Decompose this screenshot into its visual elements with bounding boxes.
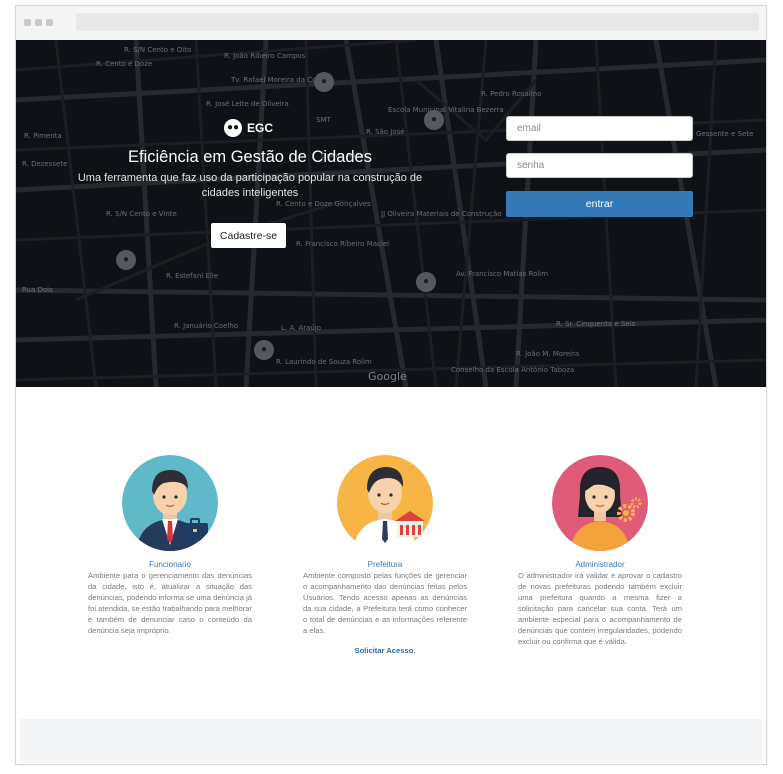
window-dot-icon — [24, 19, 31, 26]
map-label: R. Estefani Elie — [166, 272, 219, 280]
browser-frame: R. S/N Cento e Oito R. João Ribeiro Camp… — [15, 5, 767, 765]
map-label: L. A. Araújo — [281, 324, 322, 332]
map-label: Gessente e Sete — [696, 130, 754, 138]
map-pin-icon: ● — [254, 340, 274, 360]
role-description: Ambiente composto pelas funções de geren… — [303, 571, 467, 635]
map-label: R. Cento e Doze Gonçalves — [276, 200, 371, 208]
password-input[interactable] — [506, 153, 693, 178]
map-label: R. Pimenta — [24, 132, 62, 140]
hero-title: Eficiência em Gestão de Cidades — [128, 148, 372, 166]
admin-avatar — [552, 455, 648, 551]
brand-name: EGC — [247, 121, 274, 135]
role-description: O administrador irá validar e aprovar o … — [518, 571, 682, 646]
login-button[interactable]: entrar — [506, 191, 693, 217]
map-label: Rua Dois — [22, 286, 53, 294]
role-description: Ambiente para o gerenciamento das denúnc… — [88, 571, 252, 635]
map-google-watermark: Google — [368, 370, 407, 383]
map-pin-icon: ● — [424, 110, 444, 130]
map-label: R. Cento e Doze — [96, 60, 153, 68]
map-label: R. Dezessete — [22, 160, 68, 168]
map-label: R. S/N Cento e Oito — [124, 46, 192, 54]
map-label: R. São José — [366, 128, 405, 136]
map-label: R. S/N Cento e Vinte — [106, 210, 177, 218]
map-label: R. Francisco Ribeiro Maciel — [296, 240, 390, 248]
city-hall-avatar — [337, 455, 433, 551]
role-title: Administrador — [575, 560, 625, 569]
map-pin-icon: ● — [116, 250, 136, 270]
hero-map-section: R. S/N Cento e Oito R. João Ribeiro Camp… — [16, 40, 766, 387]
map-label: R. Pedro Rosalino — [481, 90, 542, 98]
map-label: R. João M. Moreira — [516, 350, 580, 358]
employee-avatar — [122, 455, 218, 551]
map-label: R. Januário Coelho — [174, 322, 239, 330]
request-access-link[interactable]: Solicitar Acesso. — [303, 646, 467, 655]
map-label: JJ Oliveira Materiais de Construção — [381, 210, 502, 218]
window-dot-icon — [46, 19, 53, 26]
map-label: R. João Ribeiro Campos — [224, 52, 306, 60]
people-icon: ●● — [224, 119, 242, 137]
map-label: Tv. Rafael Moreira da Costa — [231, 76, 328, 84]
signup-button[interactable]: Cadastre-se — [211, 223, 286, 248]
footer — [20, 719, 762, 763]
address-bar[interactable] — [76, 13, 759, 31]
email-input[interactable] — [506, 116, 693, 141]
browser-toolbar — [16, 6, 766, 41]
map-label: R. Sr. Cinquenta e Seis — [556, 320, 636, 328]
map-label: R. Laurindo de Souza Rolim — [276, 358, 372, 366]
map-label: Av. Francisco Matias Rolim — [456, 270, 549, 278]
map-label: R. José Leite de Oliveira — [206, 100, 289, 108]
map-label: Escola Municipal Vitalina Bezerra — [388, 106, 504, 114]
map-pin-icon: ● — [314, 72, 334, 92]
map-label: SMT — [316, 116, 331, 124]
map-pin-icon: ● — [416, 272, 436, 292]
hero-subtitle: Uma ferramenta que faz uso da participaç… — [77, 172, 423, 199]
brand-logo: ●● EGC — [224, 118, 273, 138]
role-title: Funcionario — [149, 560, 191, 569]
window-dot-icon — [35, 19, 42, 26]
map-label: Conselho da Escola Antônio Taboza — [451, 366, 575, 374]
role-title: Prefeitura — [367, 560, 403, 569]
